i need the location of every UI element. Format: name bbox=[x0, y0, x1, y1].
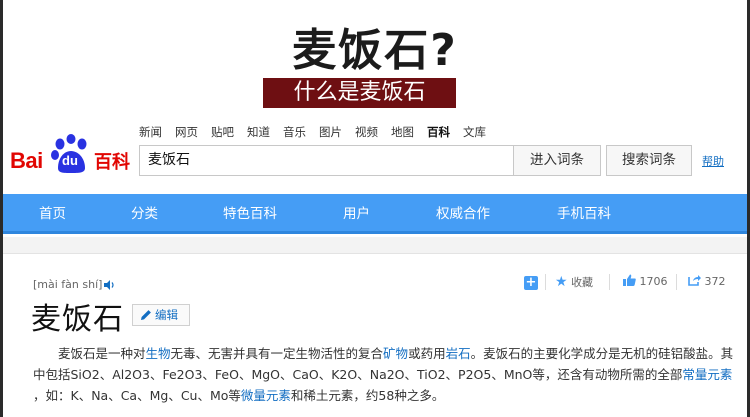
share-icon bbox=[688, 275, 701, 286]
summary-text: 麦饭石是一种对 bbox=[58, 346, 146, 361]
nav-item-partners[interactable]: 权威合作 bbox=[436, 194, 490, 234]
link-trace-elements[interactable]: 微量元素 bbox=[241, 388, 291, 403]
top-link-web[interactable]: 网页 bbox=[175, 124, 198, 140]
top-link-video[interactable]: 视频 bbox=[355, 124, 378, 140]
summary-line-3: ，如：K、Na、Ca、Mg、Cu、Mo等微量元素和稀土元素，约58种之多。 bbox=[33, 385, 745, 406]
top-link-tieba[interactable]: 贴吧 bbox=[211, 124, 234, 140]
entry-title: 麦饭石 bbox=[31, 302, 124, 337]
logo-baike-text: 百科 bbox=[94, 152, 130, 173]
collect-label: 收藏 bbox=[571, 276, 594, 289]
link-biology[interactable]: 生物 bbox=[146, 346, 171, 361]
add-icon[interactable]: + bbox=[524, 276, 538, 290]
action-separator bbox=[676, 274, 677, 290]
help-link[interactable]: 帮助 bbox=[702, 153, 724, 169]
summary-line-2: 中包括SiO2、Al2O3、Fe2O3、FeO、MgO、CaO、K2O、Na2O… bbox=[33, 364, 745, 385]
enter-entry-button[interactable]: 进入词条 bbox=[513, 145, 601, 176]
logo-du-text: du bbox=[62, 153, 78, 168]
summary-text: 和稀土元素，约58种之多。 bbox=[290, 388, 445, 403]
link-mineral[interactable]: 矿物 bbox=[383, 346, 408, 361]
like-button[interactable]: 1706 bbox=[623, 272, 668, 294]
thumbs-up-icon bbox=[623, 274, 636, 286]
share-button[interactable]: 372 bbox=[688, 272, 726, 294]
collect-button[interactable]: ★ 收藏 bbox=[555, 272, 593, 294]
logo-bai-text: Bai bbox=[10, 148, 43, 173]
like-count: 1706 bbox=[639, 275, 668, 288]
nav-item-featured[interactable]: 特色百科 bbox=[223, 194, 277, 234]
search-input[interactable]: 麦饭石 bbox=[139, 145, 513, 176]
summary-text: 中包括SiO2、Al2O3、Fe2O3、FeO、MgO、CaO、K2O、Na2O… bbox=[33, 367, 683, 382]
banner-title: 麦饭石? bbox=[292, 25, 458, 76]
nav-item-home[interactable]: 首页 bbox=[39, 194, 66, 234]
edit-button[interactable]: 编辑 bbox=[132, 304, 190, 326]
edit-label: 编辑 bbox=[155, 308, 178, 322]
action-separator bbox=[545, 274, 546, 290]
entry-summary: 麦饭石是一种对生物无毒、无害并具有一定生物活性的复合矿物或药用岩石。麦饭石的主要… bbox=[33, 343, 745, 406]
top-link-zhidao[interactable]: 知道 bbox=[247, 124, 270, 140]
action-separator bbox=[609, 274, 610, 290]
search-entry-button[interactable]: 搜索词条 bbox=[606, 145, 692, 176]
summary-text: 或药用 bbox=[408, 346, 446, 361]
top-link-baike[interactable]: 百科 bbox=[427, 124, 450, 140]
main-nav-bar: 首页 分类 特色百科 用户 权威合作 手机百科 bbox=[3, 194, 747, 234]
top-links: 新闻 网页 贴吧 知道 音乐 图片 视频 地图 百科 文库 bbox=[139, 124, 499, 140]
summary-text: 无毒、无害并具有一定生物活性的复合 bbox=[170, 346, 384, 361]
top-link-news[interactable]: 新闻 bbox=[139, 124, 162, 140]
top-link-wenku[interactable]: 文库 bbox=[463, 124, 486, 140]
banner-subtitle: 什么是麦饭石 bbox=[263, 78, 456, 108]
star-icon: ★ bbox=[555, 274, 568, 290]
speaker-icon[interactable] bbox=[104, 280, 116, 290]
link-rock[interactable]: 岩石 bbox=[446, 346, 471, 361]
baidu-baike-logo[interactable]: Bai du 百科 bbox=[10, 132, 130, 176]
top-link-music[interactable]: 音乐 bbox=[283, 124, 306, 140]
top-link-images[interactable]: 图片 bbox=[319, 124, 342, 140]
top-link-map[interactable]: 地图 bbox=[391, 124, 414, 140]
pencil-icon bbox=[141, 310, 151, 320]
nav-item-mobile[interactable]: 手机百科 bbox=[557, 194, 611, 234]
summary-text: ，如：K、Na、Ca、Mg、Cu、Mo等 bbox=[33, 388, 241, 403]
entry-pinyin: [mài fàn shí] bbox=[33, 278, 103, 291]
link-macro-elements[interactable]: 常量元素 bbox=[682, 367, 732, 382]
nav-item-category[interactable]: 分类 bbox=[131, 194, 158, 234]
share-count: 372 bbox=[704, 275, 726, 288]
summary-text: 。麦饭石的主要化学成分是无机的硅铝酸盐。其 bbox=[470, 346, 734, 361]
divider-strip bbox=[3, 237, 747, 254]
nav-item-user[interactable]: 用户 bbox=[343, 194, 370, 234]
summary-line-1: 麦饭石是一种对生物无毒、无害并具有一定生物活性的复合矿物或药用岩石。麦饭石的主要… bbox=[33, 343, 745, 364]
